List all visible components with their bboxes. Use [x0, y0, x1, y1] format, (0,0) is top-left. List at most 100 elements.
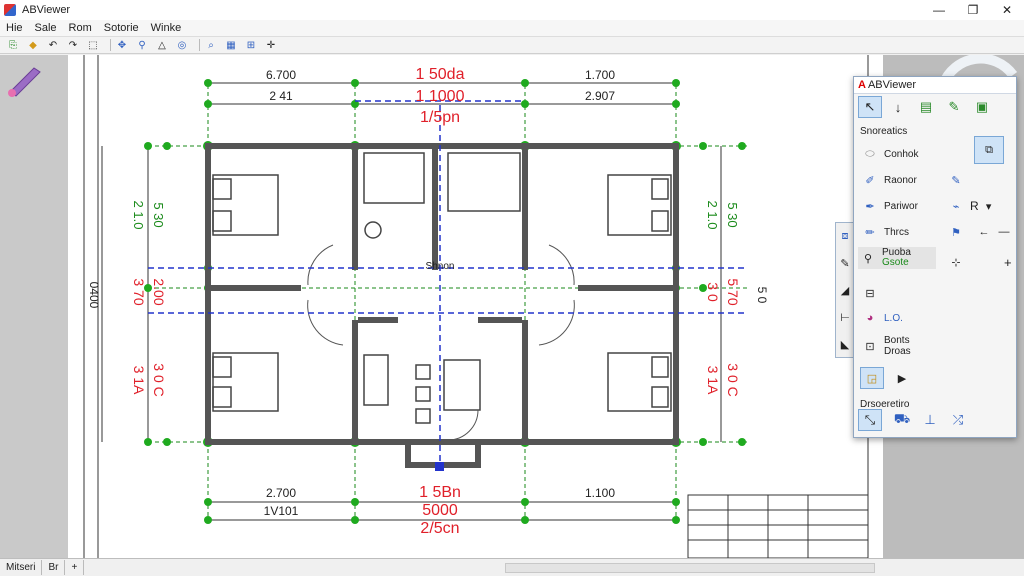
- layers-icon[interactable]: ◎: [175, 39, 189, 52]
- horizontal-scrollbar[interactable]: [505, 563, 875, 573]
- layout-icon: ⊡: [865, 340, 875, 353]
- status-tab-1[interactable]: Mitseri: [0, 560, 43, 575]
- menu-edit[interactable]: Sale: [29, 22, 63, 34]
- panel-item-lo[interactable]: ◕ L.O.: [860, 307, 903, 329]
- insert-icon: ◲: [860, 367, 884, 389]
- panel-toolbar: ↖ ↓ ▤ ✎ ▣: [854, 94, 1016, 120]
- pan-icon[interactable]: ✥: [115, 39, 129, 52]
- right-mid-2: 5 70: [725, 278, 741, 305]
- panel-item-pariwor[interactable]: ✒ Pariwor: [860, 195, 918, 217]
- right-upper-2: 5 30: [725, 202, 740, 227]
- dim-bottom2-2: 5000: [422, 502, 458, 519]
- camera-icon[interactable]: ▣: [970, 96, 994, 118]
- side-tool-strip: ⧈ ✎ ◢ ⊢ ◣: [835, 222, 855, 358]
- bottle-icon[interactable]: ⊥: [918, 409, 942, 431]
- dim-top2-2: 1 1000: [416, 88, 465, 105]
- panel-right-tool-2[interactable]: ✎: [946, 169, 966, 191]
- marker-icon[interactable]: ✎: [942, 96, 966, 118]
- right-outer: 5 0: [755, 287, 769, 304]
- dimension-icon: ⊹: [951, 256, 961, 269]
- panel-title-bar[interactable]: A ABViewer: [854, 77, 1016, 94]
- dim-top2-1: 2 41: [269, 89, 293, 103]
- route-icon[interactable]: ⤮: [946, 409, 970, 431]
- maximize-button[interactable]: ❐: [956, 0, 990, 20]
- dim-top-3: 1.700: [585, 68, 615, 82]
- plot-icon: ⊟: [865, 287, 875, 300]
- panel-item-raonor[interactable]: ✐ Raonor: [860, 169, 916, 191]
- panel-item-plot[interactable]: ⊟: [860, 282, 880, 304]
- left-mid-1: 3 70: [131, 278, 147, 305]
- undo-icon[interactable]: ↶: [46, 39, 60, 52]
- status-tab-2[interactable]: Br: [42, 560, 66, 575]
- measure-icon[interactable]: △: [155, 39, 169, 52]
- dropdown-icon[interactable]: ▾: [979, 198, 999, 214]
- frame-icon[interactable]: ⧈: [836, 223, 854, 250]
- flag-icon: ⚑: [951, 226, 961, 239]
- main-toolbar: ⎘ ◆ ↶ ↷ ⬚ ✥ ⚲ △ ◎ ⌕ ▦ ⊞ ✛: [0, 37, 1024, 54]
- abviewer-panel: A ABViewer ↖ ↓ ▤ ✎ ▣ Snoreatics ⬭ Conhok…: [853, 76, 1017, 438]
- panel-item-puoba[interactable]: ⚲ Puoba Gsote: [858, 247, 936, 269]
- select-icon[interactable]: ⬚: [86, 39, 100, 52]
- center-label: Shnon: [426, 261, 455, 272]
- left-tool-strip: [0, 55, 68, 558]
- panel-right-tool-3[interactable]: ⌁ R ▾: [946, 195, 999, 217]
- panel-right-tool-5[interactable]: ⊹ +: [946, 251, 1011, 273]
- dim-top-1: 6.700: [266, 68, 296, 82]
- crosshair-icon[interactable]: ✛: [264, 39, 278, 52]
- edit-icon: ✎: [951, 174, 961, 187]
- brush-icon: [8, 67, 41, 97]
- redo-icon[interactable]: ↷: [66, 39, 80, 52]
- dim-bottom2-1: 1V101: [264, 504, 299, 518]
- select-cross-icon[interactable]: ⤡: [858, 409, 882, 431]
- status-bar: Mitseri Br +: [0, 558, 1024, 576]
- right-lower-2: 3 0 C: [725, 363, 741, 396]
- line-tool-icon[interactable]: ⊢: [836, 304, 854, 331]
- left-lower-1: 3 1A: [131, 366, 147, 395]
- right-upper-1: 2 1.0: [705, 201, 720, 230]
- pointer-tool-icon[interactable]: ◣: [836, 331, 854, 358]
- close-button[interactable]: ✕: [990, 0, 1024, 20]
- right-mid-1: 3 0: [705, 282, 721, 302]
- dim-top2-3: 2.907: [585, 89, 615, 103]
- drawing-canvas[interactable]: 6.700 1.700 2 41 2.907 2.700 1.100 1V101…: [68, 55, 883, 558]
- window-title: ABViewer: [22, 4, 71, 16]
- play-icon[interactable]: ▶: [892, 370, 912, 386]
- panel-right-tool-4[interactable]: ⚑ ← —: [946, 221, 1014, 243]
- left-upper-1: 2 1.0: [131, 201, 146, 230]
- document-copy-icon: ⧉: [974, 136, 1004, 164]
- add-tab-button[interactable]: +: [65, 560, 85, 575]
- bottom-scale: 2/5cn: [420, 520, 459, 537]
- grid-icon[interactable]: ▦: [224, 39, 238, 52]
- fit-icon[interactable]: ⊞: [244, 39, 258, 52]
- app-window: ABViewer — ❐ ✕ Hie Sale Rom Sotorie Wink…: [0, 0, 1024, 576]
- panel-footer: ⤡ ⛟ ⊥ ⤮: [858, 409, 974, 431]
- panel-item-thrcs[interactable]: ✏ Thrcs: [860, 221, 909, 243]
- panel-item-bonts[interactable]: ⊡ Bonts Droas: [860, 335, 910, 357]
- panel-item-insert[interactable]: ◲ ▶: [860, 367, 912, 389]
- line-icon: ←: [978, 226, 990, 238]
- menu-window[interactable]: Winke: [145, 22, 188, 34]
- eraser-icon: ⬭: [865, 147, 875, 160]
- print-icon[interactable]: ⌕: [204, 39, 218, 52]
- menu-file[interactable]: Hie: [0, 22, 29, 34]
- doc-icon[interactable]: ▤: [914, 96, 938, 118]
- panel-right-tool-1[interactable]: ⧉: [974, 136, 1004, 164]
- zoom-icon[interactable]: ⚲: [135, 39, 149, 52]
- cursor-icon[interactable]: ↖: [858, 96, 882, 118]
- brush-tool-icon: ✏: [865, 226, 875, 239]
- arrow-tool-icon[interactable]: ◢: [836, 277, 854, 304]
- panel-logo-icon: A: [858, 79, 866, 91]
- stamp-icon: ⚲: [863, 252, 873, 265]
- vehicle-icon[interactable]: ⛟: [890, 409, 914, 431]
- open-icon[interactable]: ◆: [26, 39, 40, 52]
- minimize-button[interactable]: —: [922, 0, 956, 20]
- new-icon[interactable]: ⎘: [6, 39, 20, 52]
- pencil-icon: ✐: [865, 174, 875, 187]
- floor-plan: 6.700 1.700 2 41 2.907 2.700 1.100 1V101…: [83, 55, 869, 558]
- pen-icon: ✒: [865, 200, 875, 213]
- arrow-down-icon[interactable]: ↓: [886, 96, 910, 118]
- menu-view[interactable]: Rom: [63, 22, 98, 34]
- menu-tools[interactable]: Sotorie: [98, 22, 145, 34]
- pencil-tool-icon[interactable]: ✎: [836, 250, 854, 277]
- panel-item-conhok[interactable]: ⬭ Conhok: [860, 143, 918, 165]
